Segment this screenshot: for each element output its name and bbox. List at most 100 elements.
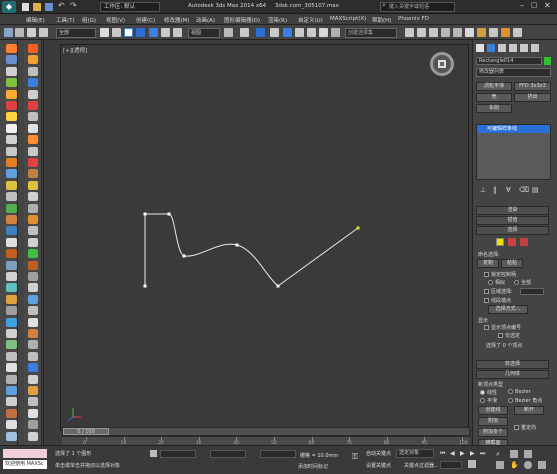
undo-icon[interactable]: ↶: [58, 1, 65, 10]
remove-modifier-icon[interactable]: ⌫: [519, 186, 529, 194]
zoom-extents-icon[interactable]: [524, 450, 532, 458]
left-tool-icon[interactable]: [6, 340, 17, 350]
attach-button[interactable]: 附加: [478, 417, 508, 426]
menu-phoenix[interactable]: Phoenix FD: [398, 16, 429, 22]
left-tool-icon[interactable]: [6, 272, 17, 281]
menu-maxscript[interactable]: MAXScript(X): [330, 16, 366, 22]
scale-icon[interactable]: [173, 28, 182, 37]
auto-key-button[interactable]: 自动关键点: [366, 450, 391, 457]
render-setup-icon[interactable]: [477, 28, 486, 37]
left-tool-icon[interactable]: [28, 203, 38, 213]
lathe-button[interactable]: 车削: [476, 104, 512, 113]
selected-only-checkbox[interactable]: 仅选定: [498, 332, 520, 339]
go-to-end-icon[interactable]: ⏭: [480, 450, 485, 458]
left-tool-icon[interactable]: [6, 55, 17, 65]
object-color-swatch[interactable]: [544, 57, 551, 65]
area-select-spinner[interactable]: [520, 288, 544, 295]
key-filters-button[interactable]: 关键点过滤器...: [404, 462, 439, 469]
left-tool-icon[interactable]: [28, 55, 38, 65]
go-to-start-icon[interactable]: ⏮: [440, 450, 445, 458]
reorient-checkbox[interactable]: 重定向: [514, 424, 536, 431]
extrude-button[interactable]: 挤出: [514, 93, 551, 102]
menu-graph-editors[interactable]: 图形编辑器(D): [224, 16, 260, 24]
left-tool-icon[interactable]: [28, 420, 38, 430]
left-tool-icon[interactable]: [28, 272, 38, 281]
left-tool-icon[interactable]: [6, 158, 17, 167]
left-tool-icon[interactable]: [6, 351, 17, 361]
left-tool-icon[interactable]: [28, 408, 38, 418]
minimize-icon[interactable]: –: [520, 1, 524, 10]
shell-button[interactable]: 壳: [476, 93, 512, 102]
left-tool-icon[interactable]: [28, 431, 38, 441]
viewcube-icon[interactable]: [430, 52, 454, 76]
left-tool-icon[interactable]: [6, 112, 17, 122]
rollout-selection[interactable]: 选择: [476, 226, 549, 235]
left-tool-icon[interactable]: [28, 78, 38, 88]
create-line-button[interactable]: 创建线: [478, 406, 508, 415]
prev-frame-icon[interactable]: ◀: [450, 450, 455, 457]
time-slider-thumb[interactable]: 0 / 100: [63, 428, 109, 435]
menu-customize[interactable]: 自定义(U): [298, 16, 323, 24]
make-unique-icon[interactable]: ∀: [506, 186, 511, 194]
pan-icon[interactable]: ✋: [510, 461, 519, 469]
menu-create[interactable]: 创建(C): [136, 16, 155, 24]
maxscript-pink-field[interactable]: [3, 449, 47, 458]
render-production-icon[interactable]: [513, 28, 522, 37]
spinner-snap-icon[interactable]: [307, 28, 316, 37]
menu-edit[interactable]: 编辑(E): [26, 16, 45, 24]
layer-manager-icon[interactable]: [429, 28, 438, 37]
snaps-toggle-icon[interactable]: [270, 28, 279, 37]
left-tool-icon[interactable]: [28, 158, 38, 167]
left-tool-icon[interactable]: [28, 89, 38, 99]
lock-handles-checkbox[interactable]: 锁定控制柄: [484, 271, 516, 278]
angle-snap-icon[interactable]: [283, 28, 292, 37]
undo-toolbar-icon[interactable]: [4, 28, 13, 37]
mirror-icon[interactable]: [405, 28, 414, 37]
display-tab-icon[interactable]: [520, 44, 528, 52]
left-tool-icon[interactable]: [6, 66, 17, 76]
menu-views[interactable]: 视图(V): [106, 16, 125, 24]
menu-rendering[interactable]: 渲染(R): [268, 16, 287, 24]
left-tool-icon[interactable]: [6, 180, 17, 190]
left-tool-icon[interactable]: [6, 283, 17, 293]
left-tool-icon[interactable]: [6, 363, 17, 373]
left-tool-icon[interactable]: [28, 112, 38, 122]
percent-snap-icon[interactable]: [295, 28, 304, 37]
left-tool-icon[interactable]: [6, 192, 17, 202]
selected-dropdown[interactable]: 选定对象: [396, 449, 434, 458]
menu-help[interactable]: 帮助(H): [372, 16, 391, 24]
turbosmooth-button[interactable]: 涡轮平滑: [476, 82, 512, 91]
copy-button[interactable]: 复制: [477, 259, 499, 268]
left-tool-icon[interactable]: [6, 408, 17, 418]
close-icon[interactable]: ✕: [544, 1, 551, 10]
curve-editor-icon[interactable]: [441, 28, 450, 37]
modifier-list-dropdown[interactable]: 修改器列表: [476, 68, 551, 77]
left-tool-icon[interactable]: [6, 169, 17, 179]
vertex-subobject-icon[interactable]: [496, 238, 504, 246]
left-tool-icon[interactable]: [6, 306, 17, 316]
left-tool-icon[interactable]: [6, 146, 17, 156]
left-tool-icon[interactable]: [6, 203, 17, 213]
left-tool-icon[interactable]: [6, 420, 17, 430]
left-tool-icon[interactable]: [28, 44, 38, 53]
select-by-button[interactable]: 选择方式...: [488, 305, 528, 314]
linear-radio[interactable]: 线性: [480, 389, 497, 396]
left-tool-icon[interactable]: [28, 237, 38, 247]
left-tool-icon[interactable]: [28, 260, 38, 270]
current-frame-field[interactable]: [440, 461, 462, 469]
menu-group[interactable]: 组(G): [82, 16, 96, 24]
rotate-icon[interactable]: [161, 28, 170, 37]
left-tool-icon[interactable]: [28, 249, 38, 259]
coord-y-field[interactable]: [210, 450, 246, 458]
window-crossing-icon[interactable]: [136, 28, 145, 37]
named-sel-icon[interactable]: [331, 28, 340, 37]
redo-icon[interactable]: ↷: [70, 1, 77, 10]
left-tool-icon[interactable]: [28, 374, 38, 384]
rendered-frame-icon[interactable]: [489, 28, 498, 37]
show-vertex-numbers-checkbox[interactable]: 显示顶点编号: [484, 324, 521, 331]
area-select-checkbox[interactable]: 区域选择:: [484, 288, 513, 295]
paste-button[interactable]: 粘贴: [501, 259, 523, 268]
coord-x-field[interactable]: [160, 450, 196, 458]
left-tool-icon[interactable]: [28, 351, 38, 361]
keyboard-shortcut-icon[interactable]: [256, 28, 265, 37]
